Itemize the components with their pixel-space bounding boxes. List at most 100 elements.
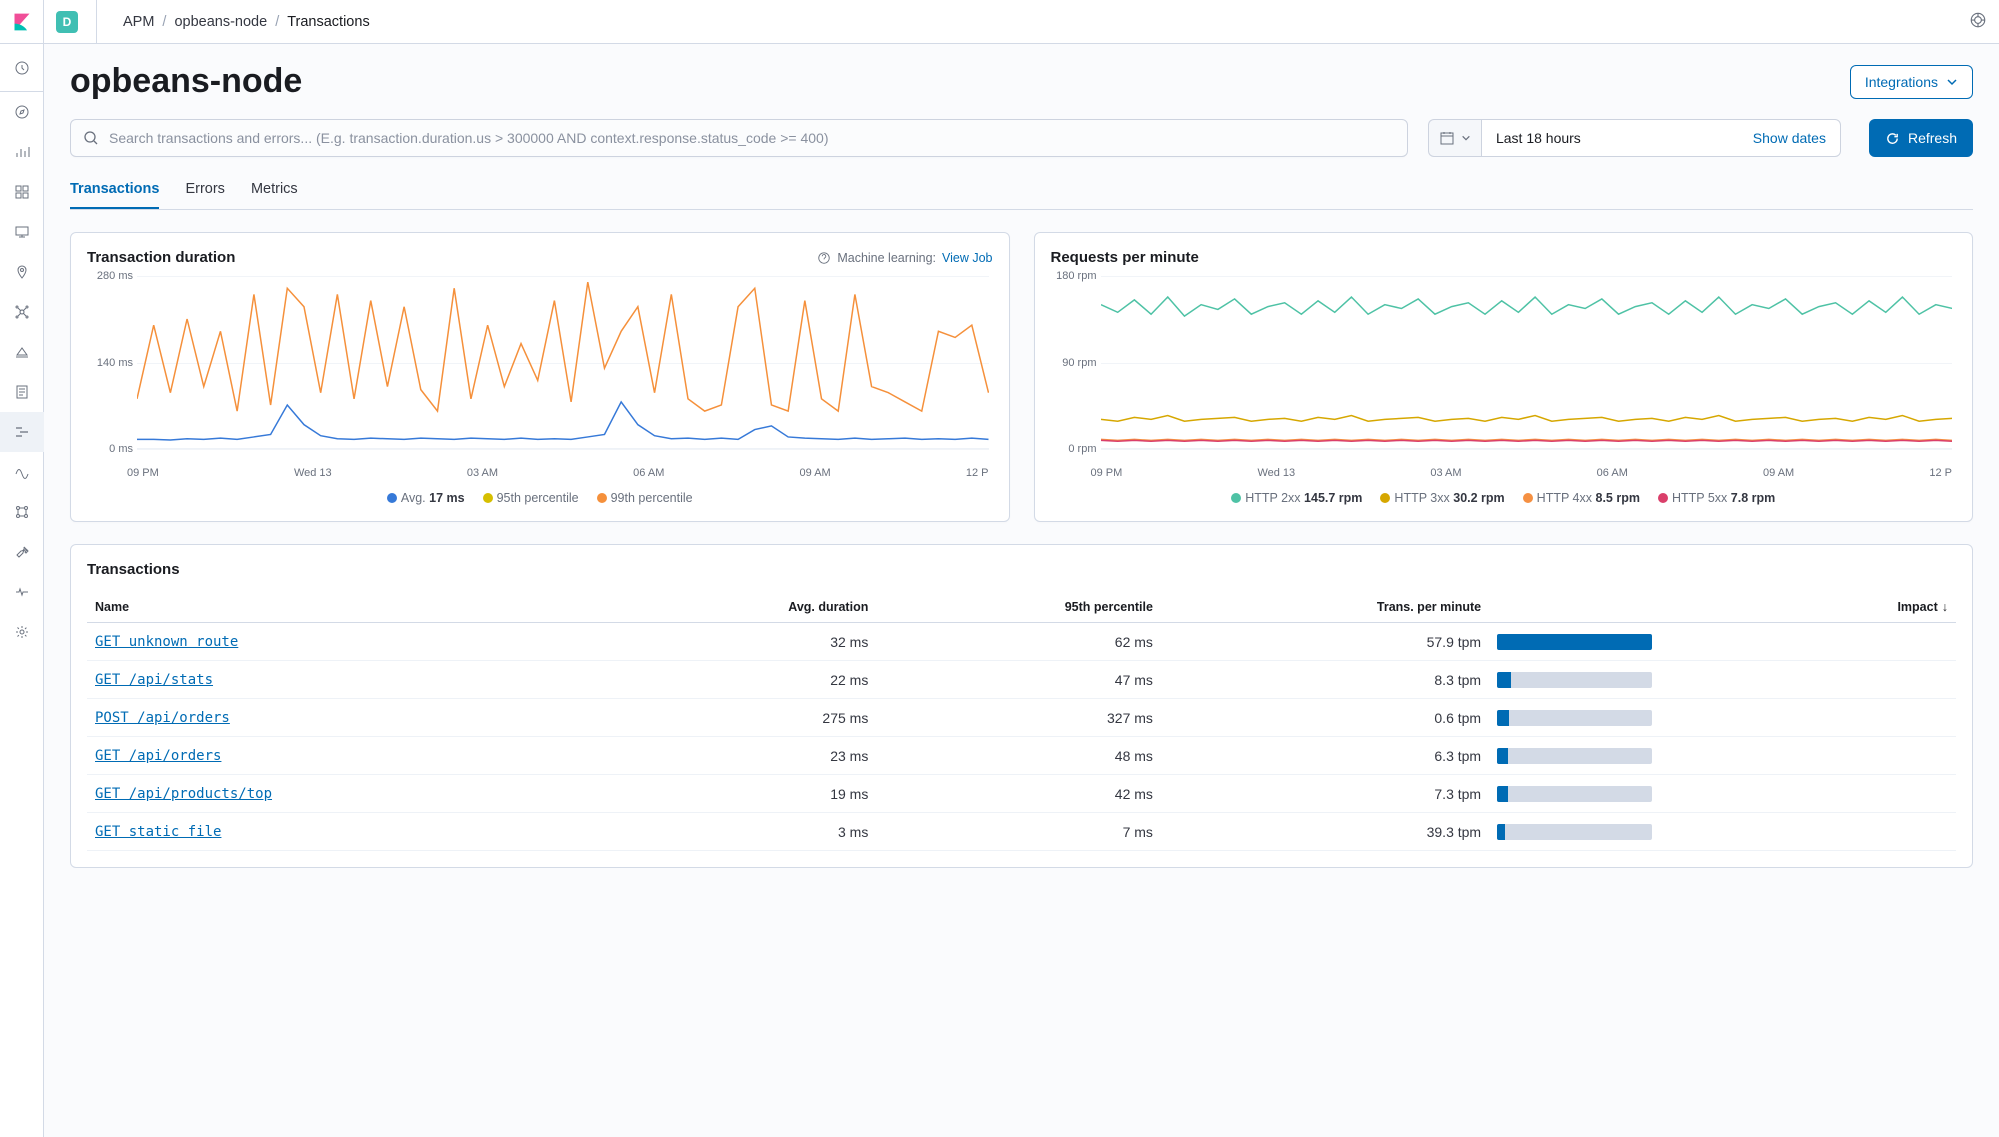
cell-tpm: 39.3 tpm (1161, 813, 1489, 851)
cell-avg: 3 ms (614, 813, 876, 851)
refresh-icon (1885, 131, 1900, 146)
divider (96, 0, 97, 44)
table-row: GET static file 3 ms7 ms39.3 tpm (87, 813, 1956, 851)
rpm-legend: HTTP 2xx 145.7 rpm HTTP 3xx 30.2 rpm HTT… (1051, 479, 1957, 505)
table-row: GET unknown route 32 ms62 ms57.9 tpm (87, 623, 1956, 661)
transaction-link[interactable]: GET /api/orders (95, 748, 221, 764)
breadcrumb-separator: / (162, 14, 166, 30)
cell-avg: 23 ms (614, 737, 876, 775)
breadcrumb-apm[interactable]: APM (123, 14, 154, 30)
cell-tpm: 57.9 tpm (1161, 623, 1489, 661)
duration-legend: Avg. 17 ms 95th percentile 99th percenti… (87, 479, 993, 505)
breadcrumb: APM / opbeans-node / Transactions (123, 14, 370, 30)
panel-title: Requests per minute (1051, 249, 1199, 266)
chevron-down-icon (1946, 76, 1958, 88)
cell-avg: 19 ms (614, 775, 876, 813)
transaction-link[interactable]: GET unknown route (95, 634, 238, 650)
nav-monitoring-icon[interactable] (0, 572, 44, 612)
calendar-icon (1439, 130, 1455, 146)
nav-logs-icon[interactable] (0, 372, 44, 412)
view-job-link[interactable]: View Job (942, 251, 993, 265)
page-title: opbeans-node (70, 62, 302, 101)
table-row: GET /api/stats22 ms47 ms8.3 tpm (87, 661, 1956, 699)
ml-label: Machine learning: View Job (817, 251, 992, 265)
search-icon (83, 130, 99, 146)
table-row: GET /api/orders 23 ms48 ms6.3 tpm (87, 737, 1956, 775)
rpm-chart: 0 rpm90 rpm180 rpm (1051, 272, 1957, 467)
transaction-link[interactable]: GET /api/stats (95, 672, 213, 688)
nav-dashboard-icon[interactable] (0, 172, 44, 212)
search-input[interactable] (99, 130, 1395, 146)
cell-p95: 42 ms (876, 775, 1161, 813)
col-tpm[interactable]: Trans. per minute (1161, 592, 1489, 623)
tab-metrics[interactable]: Metrics (251, 171, 298, 209)
cell-avg: 275 ms (614, 699, 876, 737)
panel-title: Transaction duration (87, 249, 235, 266)
nav-uptime-icon[interactable] (0, 452, 44, 492)
cell-impact (1489, 661, 1956, 699)
nav-infrastructure-icon[interactable] (0, 332, 44, 372)
cell-impact (1489, 813, 1956, 851)
nav-siem-icon[interactable] (0, 492, 44, 532)
search-bar[interactable] (70, 119, 1408, 157)
cell-impact (1489, 737, 1956, 775)
cell-p95: 327 ms (876, 699, 1161, 737)
tab-errors[interactable]: Errors (185, 171, 224, 209)
panel-transaction-duration: Transaction duration Machine learning: V… (70, 232, 1010, 522)
cell-impact (1489, 775, 1956, 813)
chevron-down-icon (1461, 133, 1471, 143)
calendar-button[interactable] (1428, 119, 1481, 157)
global-side-nav (0, 0, 44, 1137)
breadcrumb-separator: / (275, 14, 279, 30)
space-selector[interactable]: D (56, 11, 78, 33)
show-dates-link[interactable]: Show dates (1753, 130, 1826, 146)
col-p95[interactable]: 95th percentile (876, 592, 1161, 623)
date-range[interactable]: Last 18 hours Show dates (1481, 119, 1841, 157)
cell-tpm: 6.3 tpm (1161, 737, 1489, 775)
cell-tpm: 7.3 tpm (1161, 775, 1489, 813)
table-row: POST /api/orders 275 ms327 ms0.6 tpm (87, 699, 1956, 737)
transaction-link[interactable]: GET /api/products/top (95, 786, 272, 802)
tab-transactions[interactable]: Transactions (70, 171, 159, 209)
tabs: Transactions Errors Metrics (70, 171, 1973, 209)
transaction-link[interactable]: POST /api/orders (95, 710, 230, 726)
table-row: GET /api/products/top 19 ms42 ms7.3 tpm (87, 775, 1956, 813)
cell-tpm: 8.3 tpm (1161, 661, 1489, 699)
help-icon (817, 251, 831, 265)
cell-avg: 32 ms (614, 623, 876, 661)
date-range-label: Last 18 hours (1496, 130, 1581, 146)
cell-p95: 47 ms (876, 661, 1161, 699)
cell-p95: 7 ms (876, 813, 1161, 851)
cell-p95: 62 ms (876, 623, 1161, 661)
col-avg-duration[interactable]: Avg. duration (614, 592, 876, 623)
breadcrumb-current: Transactions (287, 14, 369, 30)
nav-apm-icon[interactable] (0, 412, 44, 452)
cell-impact (1489, 623, 1956, 661)
breadcrumb-service[interactable]: opbeans-node (174, 14, 267, 30)
transactions-table-panel: Transactions Name Avg. duration 95th per… (70, 544, 1973, 868)
table-title: Transactions (87, 561, 1956, 578)
nav-maps-icon[interactable] (0, 252, 44, 292)
nav-management-icon[interactable] (0, 612, 44, 652)
cell-p95: 48 ms (876, 737, 1161, 775)
help-icon[interactable] (1969, 11, 1987, 32)
nav-visualize-icon[interactable] (0, 132, 44, 172)
kibana-logo[interactable] (0, 0, 43, 44)
nav-discover-icon[interactable] (0, 92, 44, 132)
nav-recent-icon[interactable] (0, 44, 44, 92)
nav-devtools-icon[interactable] (0, 532, 44, 572)
col-name[interactable]: Name (87, 592, 614, 623)
cell-impact (1489, 699, 1956, 737)
date-picker: Last 18 hours Show dates (1428, 119, 1841, 157)
nav-ml-icon[interactable] (0, 292, 44, 332)
top-bar: D APM / opbeans-node / Transactions (44, 0, 1999, 44)
sort-desc-icon: ↓ (1942, 600, 1948, 614)
col-impact[interactable]: Impact↓ (1489, 592, 1956, 623)
nav-canvas-icon[interactable] (0, 212, 44, 252)
cell-tpm: 0.6 tpm (1161, 699, 1489, 737)
transaction-link[interactable]: GET static file (95, 824, 221, 840)
panel-requests-per-minute: Requests per minute 0 rpm90 rpm180 rpm 0… (1034, 232, 1974, 522)
integrations-button[interactable]: Integrations (1850, 65, 1973, 99)
transactions-table: Name Avg. duration 95th percentile Trans… (87, 592, 1956, 851)
refresh-button[interactable]: Refresh (1869, 119, 1973, 157)
